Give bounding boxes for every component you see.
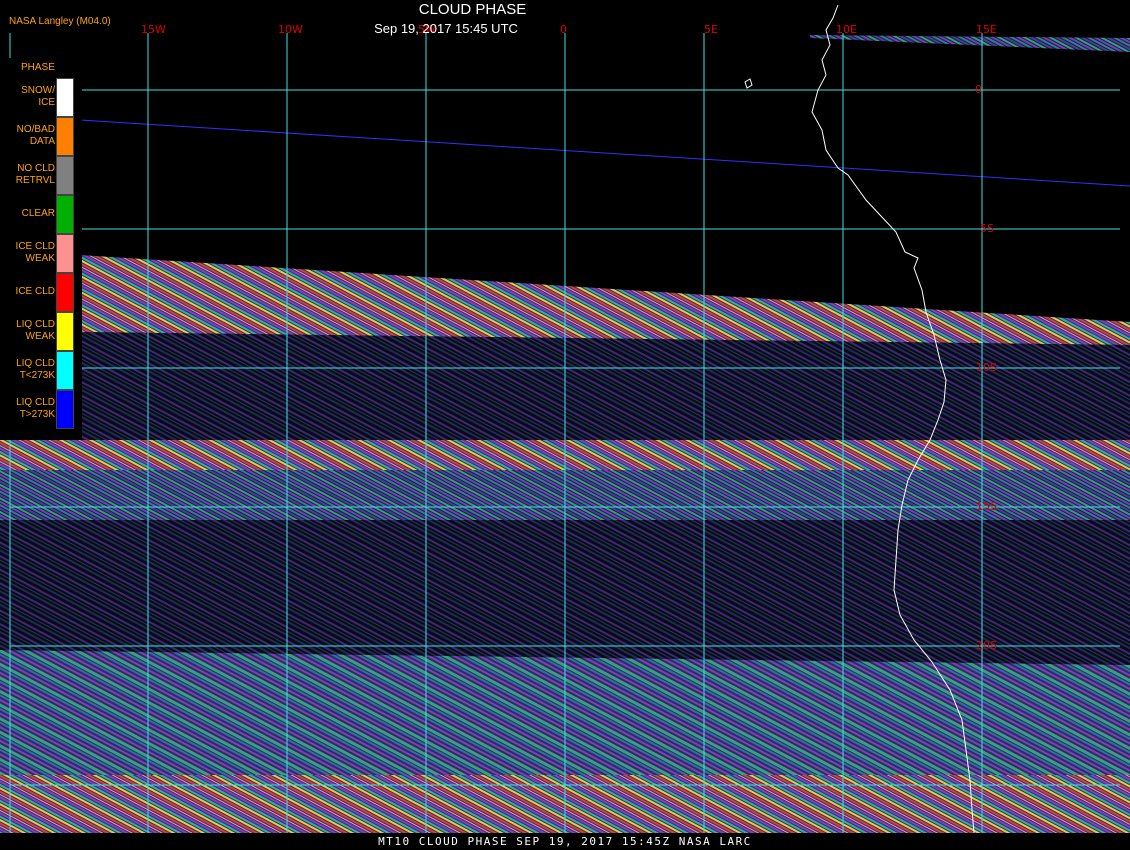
legend-label-1: NO/BAD DATA [16,124,55,147]
legend-swatch-3 [56,195,74,234]
footer-bar: MT10 CLOUD PHASE SEP 19, 2017 15:45Z NAS… [0,833,1130,850]
legend-swatch-6 [56,312,74,351]
legend-swatch-5 [56,273,74,312]
legend-label-6: LIQ CLD WEAK [16,319,55,342]
swath-band-mixed-top [80,255,1130,345]
agency-label: NASA Langley (M04.0) [9,16,111,27]
legend-label-5: ICE CLD [15,286,55,297]
lat-label-15s: 15S [976,500,997,513]
legend-swatch-0 [56,78,74,117]
legend-swatch-8 [56,390,74,429]
legend-label-8: LIQ CLD T>273K [16,397,55,420]
legend-swatch-1 [56,117,74,156]
cloud-phase-map [0,4,1130,834]
legend-swatch-7 [56,351,74,390]
map-title: CLOUD PHASE [418,1,527,18]
island-outline [744,78,753,89]
legend-swatch-4 [56,234,74,273]
lat-label-0: 0 [975,83,982,96]
legend-label-2: NO CLD RETRVL [15,163,55,186]
legend-title: PHASE [21,62,55,73]
legend-label-0: SNOW/ICE [21,85,55,108]
legend-label-4: ICE CLD WEAK [15,241,55,264]
lon-label-15e: 15E [976,23,997,36]
legend-label-7: LIQ CLD T<273K [16,358,55,381]
lat-label-20s: 20S [976,639,997,652]
map-timestamp: Sep 19, 2017 15:45 UTC [374,21,518,36]
footer-text: MT10 CLOUD PHASE SEP 19, 2017 15:45Z NAS… [378,835,752,848]
legend-label-3: CLEAR [21,208,55,219]
lat-label-10s: 10S [976,361,997,374]
lat-label-5s: 5S [980,222,994,235]
legend-swatch-2 [56,156,74,195]
phase-legend: PHASE SNOW/ICE NO/BAD DATA NO CLD RETRVL CLEA… [0,58,82,440]
swath-edge-line [79,119,1130,187]
swath-band-top-right [810,35,1130,52]
swath-band-dark-1 [80,332,1130,440]
